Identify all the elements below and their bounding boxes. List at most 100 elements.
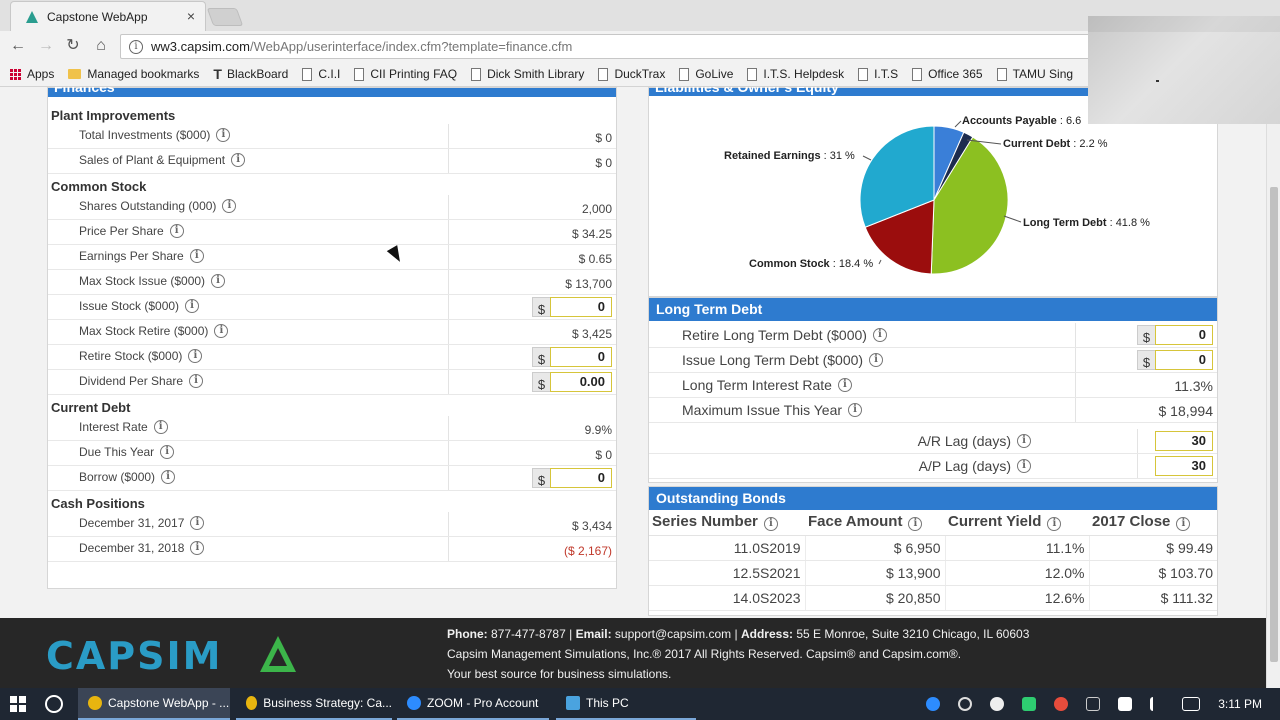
info-icon[interactable]: i — [185, 299, 200, 313]
pie-leader-line — [1003, 215, 1022, 223]
taskbar-item-capstone[interactable]: Capstone WebApp - ... — [78, 688, 230, 720]
info-icon[interactable]: i — [1017, 434, 1031, 448]
webcam-titlebar — [1088, 16, 1280, 32]
scrollbar-thumb[interactable] — [1270, 187, 1278, 662]
alert-tray-icon[interactable] — [1054, 697, 1069, 711]
info-icon[interactable]: i — [763, 517, 778, 532]
ap-lag-input[interactable]: 30 — [1155, 456, 1213, 476]
row-due-this-year: Due This Year i $ 0 — [48, 441, 616, 466]
system-tray: 3:11 PM — [926, 688, 1280, 720]
bookmark-ducktrax[interactable]: DuckTrax — [598, 67, 665, 81]
windows-start-icon[interactable] — [10, 696, 26, 712]
info-icon[interactable]: i — [161, 470, 176, 484]
computer-icon — [566, 696, 580, 710]
bookmark-apps[interactable]: Apps — [10, 67, 54, 81]
info-icon[interactable]: i — [189, 249, 204, 263]
row-borrow: Borrow ($000) i $0 — [48, 466, 616, 491]
bookmark-its-helpdesk[interactable]: I.T.S. Helpdesk — [747, 67, 844, 81]
long-term-debt-panel: Long Term Debt Retire Long Term Debt ($0… — [648, 297, 1218, 483]
browser-tab[interactable]: Capstone WebApp × — [10, 1, 206, 31]
footer-copyright: Capsim Management Simulations, Inc.® 201… — [447, 647, 962, 661]
sync-tray-icon[interactable] — [958, 697, 973, 711]
taskbar-item-this-pc[interactable]: This PC — [556, 688, 696, 720]
bookmark-tamu[interactable]: TAMU Sing — [996, 67, 1073, 81]
bonds-table: Series Number i Face Amount i Current Yiel… — [649, 510, 1217, 611]
bookmark-golive[interactable]: GoLive — [679, 67, 733, 81]
capsim-favicon-icon — [25, 10, 39, 24]
info-icon[interactable]: i — [1047, 517, 1062, 532]
dividend-input[interactable]: $0.00 — [532, 372, 612, 392]
info-icon[interactable]: i — [160, 445, 175, 459]
info-icon[interactable]: i — [231, 153, 246, 167]
shield-icon[interactable] — [1118, 697, 1133, 711]
security-tray-icon[interactable] — [1022, 697, 1037, 711]
forward-arrow-icon[interactable]: → — [37, 37, 55, 55]
info-icon[interactable]: i — [869, 353, 884, 367]
info-icon[interactable]: i — [188, 349, 203, 363]
reload-icon[interactable]: ↻ — [64, 37, 82, 55]
search-icon[interactable] — [45, 695, 63, 713]
footer-contact: Phone: 877-477-8787 | Email: support@cap… — [447, 627, 1030, 641]
info-icon[interactable]: i — [222, 199, 237, 213]
home-icon[interactable]: ⌂ — [92, 37, 110, 55]
apps-grid-icon — [10, 68, 21, 80]
info-icon[interactable]: i — [837, 378, 852, 392]
finances-panel: Finances Plant Improvements Total Invest… — [47, 87, 617, 589]
page-scrollbar[interactable] — [1266, 87, 1280, 688]
info-icon[interactable]: i — [169, 224, 184, 238]
info-icon[interactable]: i — [190, 516, 205, 530]
row-issue-stock: Issue Stock ($000) i $0 — [48, 295, 616, 320]
row-issue-ltd: Issue Long Term Debt ($000) i $0 — [649, 348, 1217, 373]
info-icon[interactable]: i — [908, 517, 923, 532]
row-total-investments: Total Investments ($000) i $ 0 — [48, 124, 616, 149]
site-info-icon[interactable]: i — [129, 39, 143, 54]
info-icon[interactable]: i — [214, 324, 229, 338]
info-icon[interactable]: i — [872, 328, 887, 342]
taskbar-item-business-strategy[interactable]: Business Strategy: Ca... — [236, 688, 392, 720]
section-cash-positions: Cash Positions — [51, 496, 145, 511]
close-icon[interactable]: × — [187, 8, 195, 24]
zoom-tray-icon[interactable] — [926, 697, 941, 711]
chrome-tray-icon[interactable] — [990, 697, 1005, 711]
retire-stock-input[interactable]: $0 — [532, 347, 612, 367]
bookmark-cii[interactable]: C.I.I — [302, 67, 340, 81]
info-icon[interactable]: i — [216, 128, 231, 142]
info-icon[interactable]: i — [848, 403, 863, 417]
info-icon[interactable]: i — [1017, 459, 1031, 473]
back-arrow-icon[interactable]: ← — [9, 37, 27, 55]
retire-ltd-input[interactable]: $0 — [1137, 325, 1213, 345]
new-tab-button[interactable] — [206, 8, 244, 26]
taskbar-item-zoom[interactable]: ZOOM - Pro Account — [397, 688, 549, 720]
info-icon[interactable]: i — [189, 374, 204, 388]
finances-header: Finances — [48, 87, 616, 97]
bookmark-dick-smith[interactable]: Dick Smith Library — [471, 67, 584, 81]
info-icon[interactable]: i — [190, 541, 205, 555]
row-dec-2018: December 31, 2018 i ($ 2,167) — [48, 537, 616, 562]
bookmark-managed[interactable]: Managed bookmarks — [68, 67, 199, 81]
col-2017-close: 2017 Close i — [1089, 510, 1217, 536]
table-row: 14.0S2023 $ 20,850 12.6% $ 111.32 — [649, 585, 1217, 611]
section-common-stock: Common Stock — [51, 179, 147, 194]
section-plant-improvements: Plant Improvements — [51, 108, 176, 123]
taskbar-clock[interactable]: 3:11 PM — [1218, 697, 1262, 711]
info-icon[interactable]: i — [211, 274, 226, 288]
capsim-logo[interactable]: CAPSIM — [46, 634, 222, 678]
info-icon[interactable]: i — [1176, 517, 1191, 532]
ar-lag-input[interactable]: 30 — [1155, 431, 1213, 451]
address-bar[interactable]: i ww3.capsim.com/WebApp/userinterface/in… — [120, 34, 1120, 59]
issue-ltd-input[interactable]: $0 — [1137, 350, 1213, 370]
outstanding-bonds-header: Outstanding Bonds — [649, 487, 1217, 510]
volume-icon[interactable] — [1150, 697, 1164, 711]
info-icon[interactable]: i — [153, 420, 168, 434]
bookmark-office365[interactable]: Office 365 — [912, 67, 983, 81]
pie-leader-line — [954, 120, 962, 128]
keyboard-icon[interactable] — [1182, 697, 1201, 711]
footer-email-link[interactable]: support@capsim.com — [615, 627, 731, 641]
issue-stock-input[interactable]: $0 — [532, 297, 612, 317]
bookmark-its[interactable]: I.T.S — [858, 67, 898, 81]
network-tray-icon[interactable] — [1086, 697, 1101, 711]
borrow-input[interactable]: $0 — [532, 468, 612, 488]
table-row: 12.5S2021 $ 13,900 12.0% $ 103.70 — [649, 560, 1217, 586]
bookmark-blackboard[interactable]: T BlackBoard — [213, 66, 288, 82]
bookmark-cii-printing[interactable]: CII Printing FAQ — [354, 67, 457, 81]
